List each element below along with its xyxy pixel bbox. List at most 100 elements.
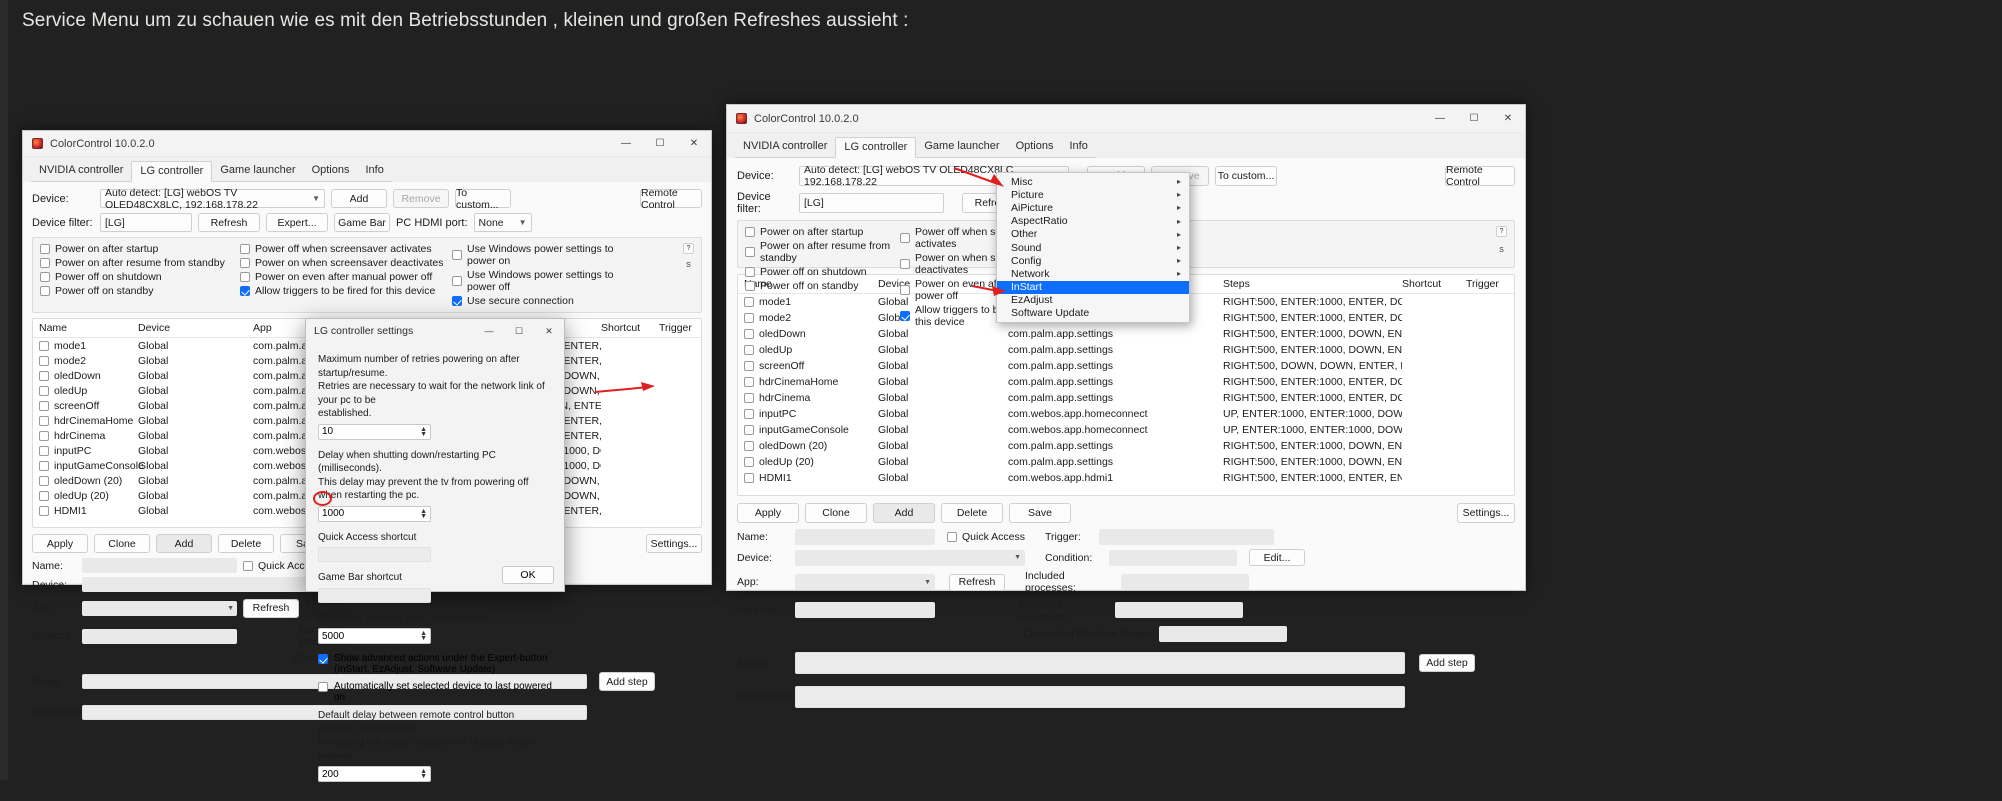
settings-button[interactable]: Settings... [646, 534, 702, 553]
retries-spinner[interactable]: 10 ▲ ▼ [318, 423, 431, 440]
menu-item-sound[interactable]: Sound ▸ [997, 241, 1189, 254]
checkbox-power-off-on-shutdown[interactable]: Power off on shutdown [745, 266, 900, 278]
row-checkbox[interactable] [744, 393, 754, 403]
row-checkbox[interactable] [39, 505, 49, 516]
maximize-button[interactable]: ☐ [643, 131, 677, 157]
settings-dialog-controls[interactable]: — ☐ ✕ [474, 319, 564, 343]
maximize-button[interactable]: ☐ [1457, 105, 1491, 133]
steps-input[interactable] [795, 652, 1405, 674]
table-row[interactable]: inputGameConsoleGlobal com.webos.app.home… [738, 422, 1514, 438]
checkbox-box[interactable] [900, 233, 910, 243]
checkbox-box[interactable] [745, 247, 755, 257]
advanced-actions-checkbox[interactable]: Show advanced actions under the Expert-b… [318, 653, 552, 675]
device-filter-input[interactable]: [LG] [799, 193, 944, 213]
settings-button[interactable]: Settings... [1457, 503, 1515, 523]
shortcut-input[interactable] [795, 602, 935, 618]
table-row[interactable]: screenOffGlobal com.palm.app.settings RIGH… [738, 358, 1514, 374]
row-checkbox[interactable] [39, 400, 49, 411]
tab-game-launcher[interactable]: Game launcher [916, 137, 1008, 158]
table-row[interactable]: HDMI1Global com.webos.app.hdmi1 RIGHT:500,… [738, 470, 1514, 486]
menu-item-aipicture[interactable]: AiPicture ▸ [997, 201, 1189, 214]
add-device-button[interactable]: Add [331, 189, 387, 208]
row-checkbox[interactable] [39, 430, 49, 441]
clone-button[interactable]: Clone [805, 503, 867, 523]
table-row[interactable]: oledDown (20)Global com.palm.app.settings… [738, 438, 1514, 454]
row-checkbox[interactable] [744, 313, 754, 323]
description-input[interactable] [795, 686, 1405, 708]
row-checkbox[interactable] [39, 385, 49, 396]
name-input[interactable] [82, 558, 237, 573]
table-row[interactable]: hdrCinemaHomeGlobal com.palm.app.settings… [738, 374, 1514, 390]
checkbox-box[interactable] [240, 272, 250, 282]
game-bar-time-spinner[interactable]: 5000 ▲ ▼ [318, 628, 431, 644]
checkbox-power-off-on-standby[interactable]: Power off on standby [40, 285, 240, 297]
checkbox-secure-connection[interactable]: Use secure connection [452, 295, 642, 307]
window-controls-front[interactable]: — ☐ ✕ [1423, 105, 1525, 133]
help-icon[interactable]: ? [1496, 226, 1507, 237]
name-input[interactable] [795, 529, 935, 545]
spinner-arrows-icon[interactable]: ▲ ▼ [420, 768, 427, 780]
close-button[interactable]: ✕ [1491, 105, 1525, 133]
minimize-button[interactable]: — [1423, 105, 1457, 133]
checkbox-box[interactable] [452, 296, 462, 306]
remove-device-button[interactable]: Remove [393, 189, 449, 208]
menu-item-other[interactable]: Other ▸ [997, 228, 1189, 241]
apply-button[interactable]: Apply [737, 503, 799, 523]
checkbox-box[interactable] [318, 654, 328, 664]
tab-game-launcher[interactable]: Game launcher [212, 161, 304, 182]
row-checkbox[interactable] [39, 460, 49, 471]
checkbox-power-off-on-standby[interactable]: Power off on standby [745, 280, 900, 292]
edit-condition-button[interactable]: Edit... [1249, 549, 1305, 566]
row-checkbox[interactable] [744, 425, 754, 435]
checkbox-windows-power-on[interactable]: Use Windows power settings to power on [452, 243, 642, 267]
device-input[interactable]: ▼ [82, 577, 314, 592]
add-step-button[interactable]: Add step [599, 672, 655, 691]
checkbox-power-on-after-startup[interactable]: Power on after startup [745, 226, 900, 238]
delay-spinner[interactable]: 1000 ▲ ▼ [318, 505, 431, 522]
checkbox-box[interactable] [243, 560, 253, 571]
checkbox-power-on-after-resume[interactable]: Power on after resume from standby [40, 257, 240, 269]
spinner-arrows-icon[interactable]: ▲ ▼ [420, 630, 427, 642]
menu-item-ezadjust[interactable]: EzAdjust [997, 294, 1189, 307]
close-button[interactable]: ✕ [677, 131, 711, 157]
checkbox-power-off-on-shutdown[interactable]: Power off on shutdown [40, 271, 240, 283]
row-checkbox[interactable] [744, 457, 754, 467]
table-row[interactable]: inputPCGlobal com.webos.app.homeconnect UP… [738, 406, 1514, 422]
row-checkbox[interactable] [744, 473, 754, 483]
checkbox-box[interactable] [452, 276, 462, 286]
checkbox-box[interactable] [40, 258, 50, 268]
table-row[interactable]: oledDownGlobal com.palm.app.settings RIGHT… [738, 326, 1514, 342]
spinner-arrows-icon[interactable]: ▲ ▼ [420, 508, 427, 520]
checkbox-windows-power-off[interactable]: Use Windows power settings to power off [452, 269, 642, 293]
menu-item-aspectratio[interactable]: AspectRatio ▸ [997, 215, 1189, 228]
lg-controller-settings-dialog[interactable]: LG controller settings — ☐ ✕ Maximum num… [305, 318, 565, 782]
clone-button[interactable]: Clone [94, 534, 150, 553]
action-buttons-front[interactable]: Apply Clone Add Delete Save Settings... [737, 503, 1515, 523]
app-refresh-button[interactable]: Refresh [243, 598, 299, 618]
settings-maximize-button[interactable]: ☐ [504, 319, 534, 343]
checkbox-box[interactable] [745, 267, 755, 277]
checkbox-box[interactable] [240, 244, 250, 254]
row-checkbox[interactable] [39, 355, 49, 366]
row-checkbox[interactable] [744, 329, 754, 339]
delete-button[interactable]: Delete [941, 503, 1003, 523]
checkbox-box[interactable] [240, 258, 250, 268]
ok-button[interactable]: OK [502, 566, 554, 584]
save-button[interactable]: Save [1009, 503, 1071, 523]
quick-access-shortcut-input[interactable] [318, 547, 431, 562]
tab-info[interactable]: Info [357, 161, 392, 182]
add-button[interactable]: Add [873, 503, 935, 523]
help-icon[interactable]: ? [683, 243, 694, 254]
window-controls-back[interactable]: — ☐ ✕ [609, 131, 711, 157]
excluded-processes-input[interactable] [1115, 602, 1243, 618]
app-input[interactable]: ▼ [795, 574, 935, 590]
spinner-arrows-icon[interactable]: ▲ ▼ [420, 426, 427, 438]
tab-nvidia-controller[interactable]: NVIDIA controller [31, 161, 132, 182]
tab-nvidia-controller[interactable]: NVIDIA controller [735, 137, 836, 158]
checkbox-power-on-after-manual-off[interactable]: Power on even after manual power off [240, 271, 452, 283]
condition-input[interactable] [1109, 549, 1237, 566]
checkbox-power-on-screensaver-deactivates[interactable]: Power on when screensaver deactivates [240, 257, 452, 269]
checkbox-power-on-after-startup[interactable]: Power on after startup [40, 243, 240, 255]
auto-set-device-checkbox[interactable]: Automatically set selected device to las… [318, 681, 552, 703]
menu-item-instart[interactable]: InStart [997, 280, 1189, 294]
